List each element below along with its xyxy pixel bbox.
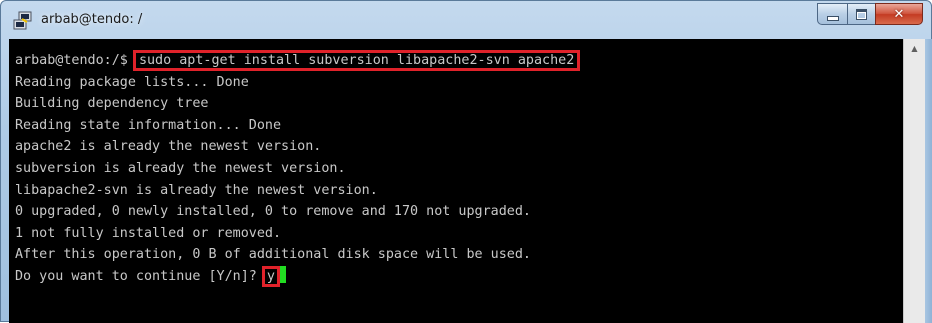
scroll-up-arrow-icon[interactable]: ▲ bbox=[904, 39, 925, 57]
putty-icon[interactable] bbox=[13, 11, 33, 31]
output-line: Building dependency tree bbox=[15, 96, 209, 112]
minimize-button[interactable] bbox=[817, 3, 847, 25]
output-line: Reading package lists... Done bbox=[15, 74, 249, 90]
shell-prompt: arbab@tendo:/$ bbox=[15, 53, 136, 68]
output-line: After this operation, 0 B of additional … bbox=[15, 247, 531, 263]
close-button[interactable]: ✕ bbox=[875, 3, 923, 25]
window-frame-right bbox=[925, 39, 932, 323]
continue-prompt-line: Do you want to continue [Y/n]? y bbox=[15, 265, 903, 288]
close-icon: ✕ bbox=[893, 6, 905, 22]
output-line: apache2 is already the newest version. bbox=[15, 139, 322, 155]
highlighted-command: sudo apt-get install subversion libapach… bbox=[132, 50, 581, 71]
output-line: libapache2-svn is already the newest ver… bbox=[15, 182, 378, 198]
window-controls: ✕ bbox=[817, 3, 923, 25]
minimize-icon bbox=[826, 15, 839, 21]
output-line: Reading state information... Done bbox=[15, 117, 282, 133]
output-line: 1 not fully installed or removed. bbox=[15, 225, 282, 241]
output-line: 0 upgraded, 0 newly installed, 0 to remo… bbox=[15, 204, 531, 220]
vertical-scrollbar[interactable]: ▲ bbox=[903, 39, 925, 323]
text-cursor bbox=[277, 265, 286, 283]
maximize-button[interactable] bbox=[847, 3, 875, 25]
terminal-window: arbab@tendo: / ✕ arbab@tendo:/$ sudo apt… bbox=[0, 0, 932, 323]
terminal-output[interactable]: arbab@tendo:/$ sudo apt-get install subv… bbox=[9, 39, 903, 323]
highlighted-answer: y bbox=[261, 265, 280, 287]
continue-question: Do you want to continue [Y/n]? bbox=[15, 268, 265, 284]
window-title: arbab@tendo: / bbox=[41, 12, 143, 27]
output-line: subversion is already the newest version… bbox=[15, 160, 346, 176]
command-line: arbab@tendo:/$ sudo apt-get install subv… bbox=[15, 50, 903, 72]
title-bar[interactable]: arbab@tendo: / ✕ bbox=[1, 1, 931, 39]
maximize-icon bbox=[856, 8, 867, 20]
